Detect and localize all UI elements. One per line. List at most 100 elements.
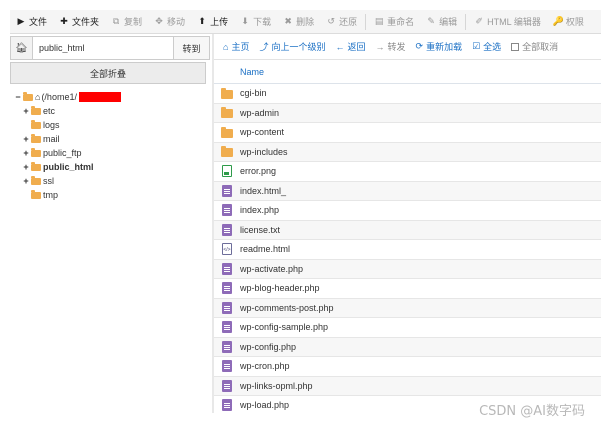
expand-toggle-icon[interactable]: + bbox=[22, 176, 30, 186]
file-icon-cell bbox=[214, 399, 240, 412]
forward-label: 转发 bbox=[387, 42, 406, 52]
toolbar-button-12[interactable]: 🔑 权限 bbox=[547, 10, 590, 33]
file-name[interactable]: wp-admin bbox=[240, 108, 279, 118]
table-row[interactable]: wp-includes bbox=[214, 142, 601, 162]
deselect-all-label: 全部取消 bbox=[522, 42, 559, 52]
folder-icon bbox=[31, 175, 41, 185]
table-row[interactable]: wp-config.php bbox=[214, 337, 601, 357]
toolbar-button-5[interactable]: ⬆ 上传 bbox=[191, 10, 234, 33]
toolbar-button-1[interactable]: ▶ 文件 bbox=[10, 10, 53, 33]
toolbar-button-7[interactable]: ✖ 删除 bbox=[277, 10, 320, 33]
table-row[interactable]: error.png bbox=[214, 162, 601, 182]
file-name[interactable]: wp-load.php bbox=[240, 400, 289, 410]
file-name[interactable]: error.png bbox=[240, 166, 276, 176]
table-row[interactable]: wp-comments-post.php bbox=[214, 298, 601, 318]
table-row[interactable]: wp-cron.php bbox=[214, 357, 601, 377]
forward-button[interactable]: → 转发 bbox=[371, 34, 411, 59]
toolbar-button-label: 重命名 bbox=[387, 17, 415, 27]
tree-root[interactable]: − ⌂ (/home1/ bbox=[14, 90, 204, 104]
document-icon bbox=[222, 360, 232, 373]
file-name[interactable]: wp-content bbox=[240, 127, 284, 137]
expand-toggle-icon[interactable]: + bbox=[22, 134, 30, 144]
tree-item[interactable]: + etc bbox=[14, 104, 204, 118]
back-button[interactable]: ← 返回 bbox=[330, 34, 370, 59]
toolbar-button-label: 上传 bbox=[210, 17, 229, 27]
path-input[interactable] bbox=[32, 36, 174, 60]
table-row[interactable]: index.html_ bbox=[214, 181, 601, 201]
toolbar-separator bbox=[465, 13, 467, 30]
reload-button[interactable]: ⟳ 重新加载 bbox=[411, 34, 468, 59]
file-name[interactable]: wp-blog-header.php bbox=[240, 283, 320, 293]
toolbar-button-8[interactable]: ↺ 还原 bbox=[320, 10, 363, 33]
toolbar-button-label: 下载 bbox=[253, 17, 272, 27]
document-icon bbox=[222, 399, 232, 412]
table-row[interactable]: wp-admin bbox=[214, 103, 601, 123]
file-name[interactable]: index.php bbox=[240, 205, 279, 215]
file-name[interactable]: wp-config-sample.php bbox=[240, 322, 328, 332]
up-level-button[interactable]: ⤴ 向上一个级别 bbox=[254, 34, 330, 59]
expand-toggle-icon[interactable]: + bbox=[22, 148, 30, 158]
table-row[interactable]: </> readme.html bbox=[214, 240, 601, 260]
collapse-all-button[interactable]: 全部折叠 bbox=[10, 62, 206, 84]
html-file-icon: </> bbox=[222, 243, 232, 256]
deselect-all-button[interactable]: 全部取消 bbox=[506, 34, 563, 59]
table-row[interactable]: wp-content bbox=[214, 123, 601, 143]
file-name[interactable]: wp-cron.php bbox=[240, 361, 290, 371]
toolbar-button-4[interactable]: ✥ 移动 bbox=[148, 10, 191, 33]
document-icon bbox=[222, 262, 232, 275]
file-icon-cell bbox=[214, 87, 240, 99]
tree-item[interactable]: logs bbox=[14, 118, 204, 132]
tree-item[interactable]: + public_ftp bbox=[14, 146, 204, 160]
file-name[interactable]: wp-activate.php bbox=[240, 264, 303, 274]
tree-item[interactable]: + mail bbox=[14, 132, 204, 146]
select-all-button[interactable]: ☑ 全选 bbox=[467, 34, 506, 59]
arrow-right-icon: → bbox=[375, 41, 385, 52]
tree-root-label: (/home1/ bbox=[41, 92, 77, 102]
home-button[interactable]: ⌂ 主页 bbox=[218, 34, 254, 59]
tree-item[interactable]: tmp bbox=[14, 188, 204, 202]
toolbar-button-6[interactable]: ⬇ 下载 bbox=[234, 10, 277, 33]
file-name[interactable]: wp-links-opml.php bbox=[240, 381, 313, 391]
toolbar-button-label: 删除 bbox=[296, 17, 315, 27]
home-icon[interactable]: 🏠︎ bbox=[10, 36, 32, 60]
toolbar-button-label: 还原 bbox=[339, 17, 358, 27]
toolbar-button-10[interactable]: ✎ 编辑 bbox=[420, 10, 463, 33]
edit-icon: ✎ bbox=[427, 16, 435, 26]
tree-item-label: ssl bbox=[43, 176, 54, 186]
expand-toggle-icon[interactable]: + bbox=[22, 162, 30, 172]
tree-item[interactable]: + ssl bbox=[14, 174, 204, 188]
home-label: 主页 bbox=[231, 42, 250, 52]
folder-icon bbox=[31, 119, 41, 129]
collapse-toggle-icon[interactable]: − bbox=[14, 92, 22, 102]
toolbar-button-2[interactable]: ✚ 文件夹 bbox=[53, 10, 105, 33]
table-row[interactable]: wp-activate.php bbox=[214, 259, 601, 279]
folder-icon bbox=[221, 107, 233, 119]
table-row[interactable]: wp-blog-header.php bbox=[214, 279, 601, 299]
toolbar-button-3[interactable]: ⧉ 复制 bbox=[105, 10, 148, 33]
file-name[interactable]: wp-includes bbox=[240, 147, 288, 157]
table-row[interactable]: index.php bbox=[214, 201, 601, 221]
file-name[interactable]: index.html_ bbox=[240, 186, 286, 196]
file-name[interactable]: license.txt bbox=[240, 225, 280, 235]
table-row[interactable]: wp-config-sample.php bbox=[214, 318, 601, 338]
file-icon-cell: </> bbox=[214, 243, 240, 256]
folder-icon bbox=[31, 105, 41, 115]
expand-toggle-icon[interactable]: + bbox=[22, 106, 30, 116]
file-name[interactable]: wp-comments-post.php bbox=[240, 303, 334, 313]
table-row[interactable]: license.txt bbox=[214, 220, 601, 240]
file-name[interactable]: wp-config.php bbox=[240, 342, 296, 352]
column-header-name[interactable]: Name bbox=[240, 67, 264, 77]
table-row[interactable]: cgi-bin bbox=[214, 84, 601, 104]
file-icon-cell bbox=[214, 204, 240, 217]
toolbar-button-9[interactable]: ▤ 重命名 bbox=[368, 10, 420, 33]
table-row[interactable]: wp-links-opml.php bbox=[214, 376, 601, 396]
toolbar-button-label: 文件夹 bbox=[72, 17, 100, 27]
tree-item[interactable]: + public_html bbox=[14, 160, 204, 174]
go-button[interactable]: 转到 bbox=[174, 36, 210, 60]
file-name[interactable]: readme.html bbox=[240, 244, 290, 254]
toolbar-button-label: HTML 编辑器 bbox=[487, 17, 541, 27]
checkbox-checked-icon: ☑ bbox=[472, 41, 481, 51]
toolbar-button-label: 文件 bbox=[29, 17, 48, 27]
toolbar-button-11[interactable]: ✐ HTML 编辑器 bbox=[468, 10, 547, 33]
file-name[interactable]: cgi-bin bbox=[240, 88, 267, 98]
